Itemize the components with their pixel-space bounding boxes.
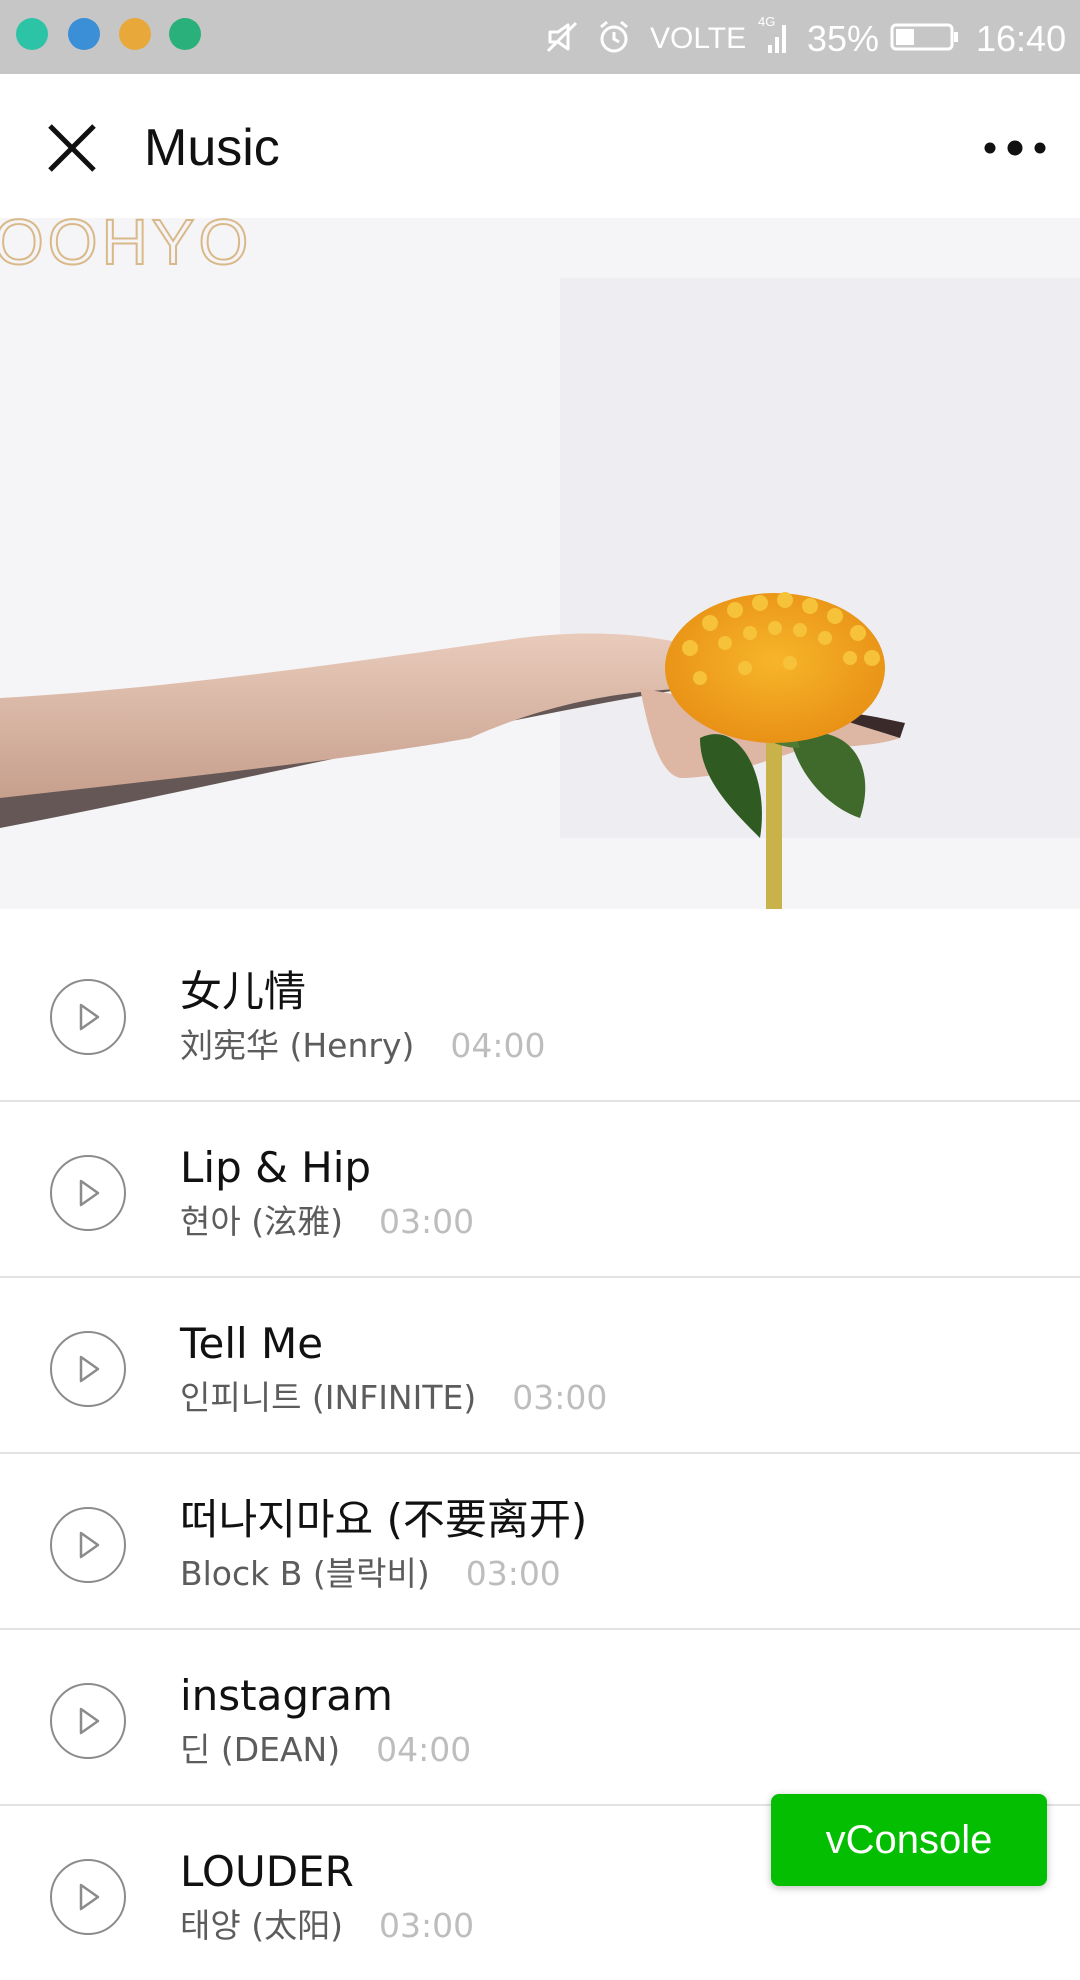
track-row[interactable]: Lip & Hip 현아 (泫雅) 03:00 [0, 1100, 1080, 1276]
track-duration: 03:00 [512, 1378, 608, 1417]
track-row[interactable]: Tell Me 인피니트 (INFINITE) 03:00 [0, 1276, 1080, 1452]
track-title: 女儿情 [180, 967, 307, 1016]
track-meta: 태양 (太阳) 03:00 [180, 1906, 474, 1946]
track-artist: Block B (블락비) [180, 1554, 430, 1593]
track-meta: 刘宪华 (Henry) 04:00 [180, 1026, 545, 1066]
status-bar: VOLTE 4G 35% 16:40 [0, 0, 1080, 74]
alarm-icon [596, 0, 632, 74]
album-cover: OOHYO [0, 218, 1080, 909]
track-title: instagram [180, 1671, 393, 1720]
track-meta: Block B (블락비) 03:00 [180, 1554, 561, 1594]
track-title: LOUDER [180, 1847, 354, 1896]
track-title: Tell Me [180, 1319, 324, 1368]
coin-app-icon [119, 18, 151, 50]
play-icon [79, 1707, 100, 1735]
track-duration: 03:00 [465, 1554, 561, 1593]
track-row[interactable]: 떠나지마요 (不要离开) Block B (블락비) 03:00 [0, 1452, 1080, 1628]
track-artist: 현아 (泫雅) [180, 1202, 343, 1241]
play-button[interactable] [50, 1859, 126, 1935]
track-row[interactable]: instagram 딘 (DEAN) 04:00 [0, 1628, 1080, 1804]
track-duration: 04:00 [450, 1026, 546, 1065]
play-button[interactable] [50, 1683, 126, 1759]
close-icon [48, 124, 96, 172]
page-title: Music [144, 119, 280, 177]
track-artist: 인피니트 (INFINITE) [180, 1378, 477, 1417]
play-icon [79, 1003, 100, 1031]
track-artist: 刘宪华 (Henry) [180, 1026, 415, 1065]
signal-icon: 4G [758, 0, 792, 74]
track-artist: 딘 (DEAN) [180, 1730, 341, 1769]
play-button[interactable] [50, 979, 126, 1055]
clock: 16:40 [976, 18, 1067, 59]
play-icon [79, 1179, 100, 1207]
smiley-app-icon [16, 18, 48, 50]
play-icon [79, 1355, 100, 1383]
play-button[interactable] [50, 1507, 126, 1583]
more-icon [984, 140, 1046, 156]
cover-text: OOHYO [0, 218, 252, 278]
track-artist: 태양 (太阳) [180, 1906, 343, 1945]
browser-app-icon [68, 18, 100, 50]
track-duration: 03:00 [378, 1202, 475, 1241]
play-icon [79, 1883, 100, 1911]
track-meta: 인피니트 (INFINITE) 03:00 [180, 1378, 607, 1418]
mute-icon [544, 0, 580, 74]
track-meta: 딘 (DEAN) 04:00 [180, 1730, 471, 1770]
signal-type-label: 4G [758, 14, 776, 29]
close-button[interactable] [30, 116, 114, 180]
network-type: VOLTE [650, 22, 747, 55]
more-button[interactable] [976, 120, 1054, 176]
play-icon [79, 1531, 100, 1559]
play-button[interactable] [50, 1331, 126, 1407]
battery-icon [890, 0, 960, 74]
track-row[interactable]: 女儿情 刘宪华 (Henry) 04:00 [0, 926, 1080, 1100]
track-title: Lip & Hip [180, 1143, 372, 1192]
shield-app-icon [169, 18, 201, 50]
track-meta: 현아 (泫雅) 03:00 [180, 1202, 474, 1242]
play-button[interactable] [50, 1155, 126, 1231]
battery-percent: 35% [807, 18, 880, 59]
nav-bar: Music [0, 74, 1080, 218]
track-duration: 03:00 [378, 1906, 475, 1945]
track-title: 떠나지마요 (不要离开) [180, 1495, 588, 1544]
vconsole-button[interactable]: vConsole [771, 1794, 1047, 1886]
track-duration: 04:00 [376, 1730, 472, 1769]
